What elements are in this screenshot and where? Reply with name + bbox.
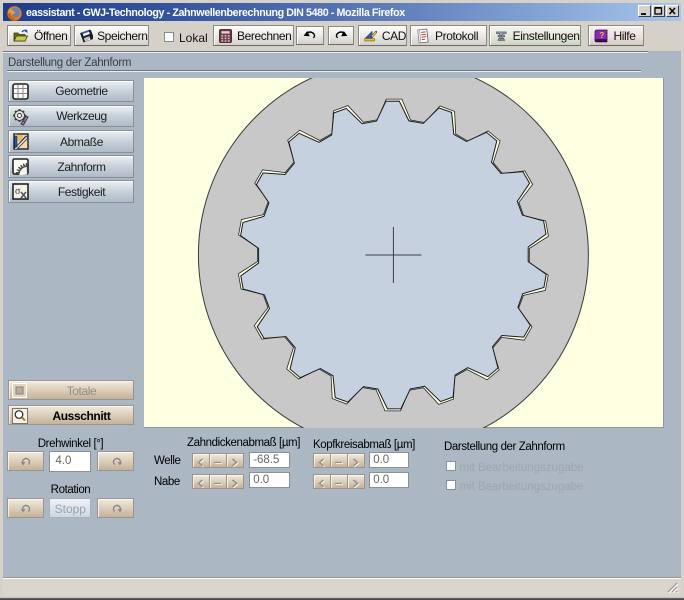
svg-text:?: ? — [599, 29, 604, 39]
